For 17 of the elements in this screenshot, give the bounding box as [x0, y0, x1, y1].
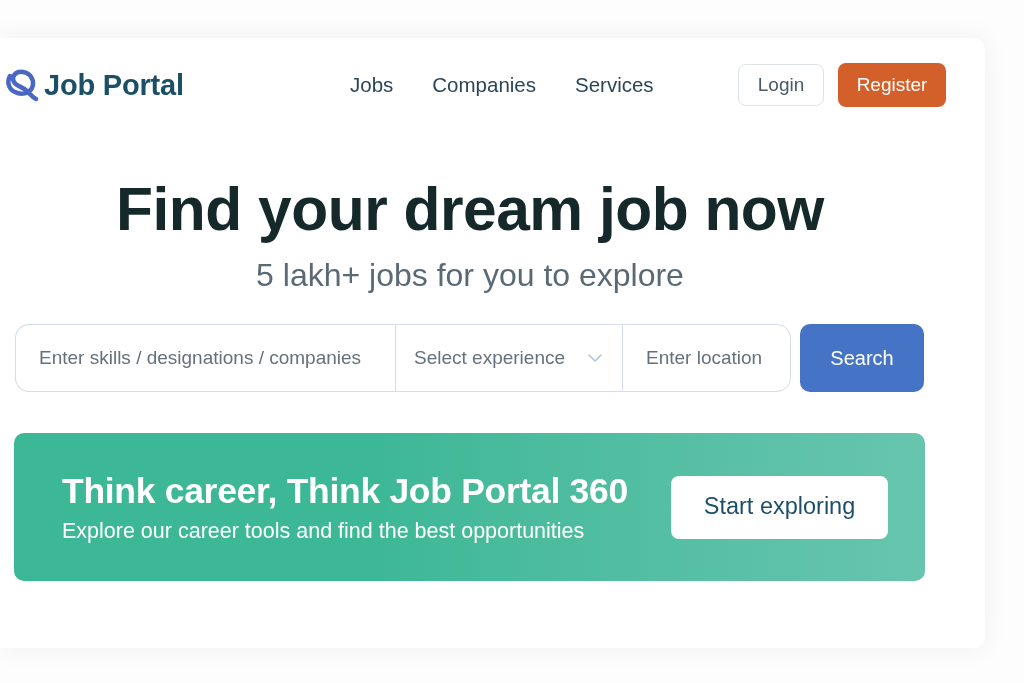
skills-input[interactable]: Enter skills / designations / companies: [15, 324, 395, 392]
nav-link[interactable]: Jobs: [350, 69, 394, 101]
login-button[interactable]: Login: [738, 64, 824, 106]
banner-subtitle: Explore our career tools and find the best opportunities: [62, 518, 586, 544]
location-input[interactable]: Enter location: [622, 324, 791, 392]
search-button[interactable]: Search: [800, 324, 924, 392]
nav-link[interactable]: Services: [575, 69, 654, 101]
register-button[interactable]: Register: [838, 63, 946, 107]
banner-title: Think career, Think Job Portal 360: [62, 470, 628, 512]
logo-text[interactable]: Job Portal: [44, 70, 184, 100]
experience-select[interactable]: Select experience: [395, 324, 622, 392]
chevron-down-icon: [588, 354, 602, 362]
nav-link[interactable]: Companies: [432, 69, 536, 101]
hero-heading: Find your dream job now: [116, 176, 824, 242]
hero-subtitle: 5 lakh+ jobs for you to explore: [256, 256, 684, 294]
logo-icon[interactable]: [5, 67, 39, 103]
start-exploring-button[interactable]: Start exploring: [671, 475, 888, 539]
